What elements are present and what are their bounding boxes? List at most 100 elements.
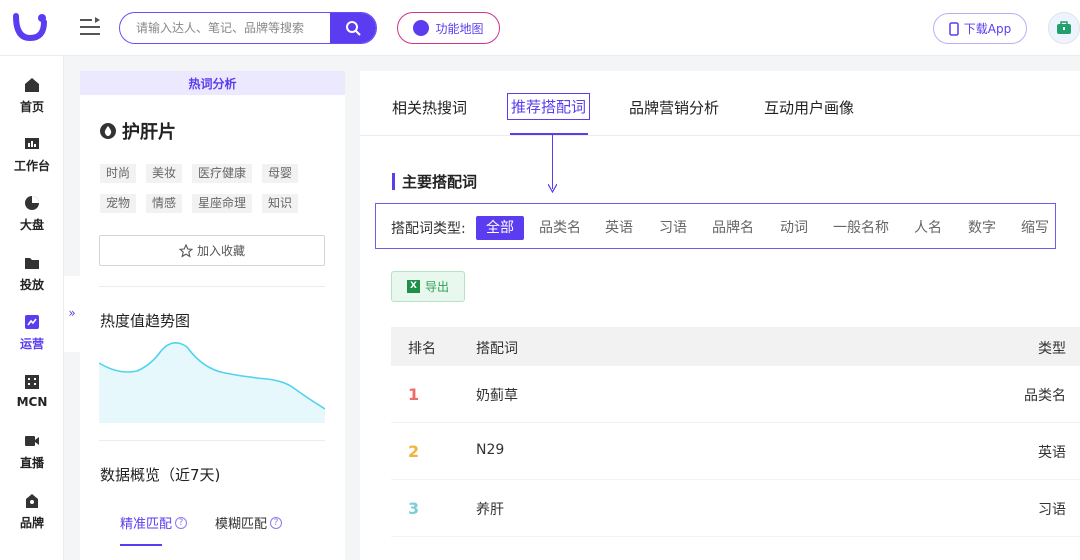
table-row[interactable]: 2 N29 英语 [391, 423, 1080, 480]
tab-label: 模糊匹配 [215, 517, 268, 532]
excel-icon: X [406, 280, 420, 293]
menu-toggle-icon[interactable] [78, 16, 102, 38]
filter-chip-verb[interactable]: 动词 [780, 216, 808, 240]
home-icon [23, 76, 41, 94]
rank-number: 1 [408, 385, 420, 404]
section-title: 主要搭配词 [392, 171, 477, 192]
pairing-type-filter: 搭配词类型: 全部 品类名 英语 习语 品牌名 动词 一般名称 人名 数字 缩写 [375, 203, 1056, 249]
top-bar: 功能地图 下载App [0, 0, 1080, 56]
sidebar-nav: 首页 工作台 大盘 投放 运营 MCN 直播 品牌 [0, 56, 64, 560]
sidebar-item-operations[interactable]: 运营 [0, 313, 64, 363]
sidebar-item-label: 投放 [19, 278, 44, 292]
filter-chip-english[interactable]: 英语 [605, 216, 633, 240]
feature-map-label: 功能地图 [435, 21, 484, 36]
brand-icon [23, 492, 41, 510]
heat-trend-sparkline [99, 342, 325, 423]
category-tag: 知识 [262, 194, 299, 213]
sidebar-item-label: MCN [16, 395, 48, 409]
category-tag: 时尚 [100, 164, 137, 183]
filter-chip-brand[interactable]: 品牌名 [712, 216, 754, 240]
active-tab-indicator [120, 544, 162, 546]
app-logo-icon[interactable] [12, 12, 48, 42]
sidebar-item-label: 工作台 [13, 159, 50, 173]
filter-chip-category[interactable]: 品类名 [539, 216, 581, 240]
filter-chip-idiom[interactable]: 习语 [659, 216, 687, 240]
sidebar-item-placement[interactable]: 投放 [0, 254, 64, 304]
sidebar-item-mcn[interactable]: MCN [0, 373, 64, 423]
search-input[interactable] [120, 13, 332, 43]
main-panel: 相关热搜词 推荐搭配词 品牌营销分析 互动用户画像 主要搭配词 搭配词类型: 全… [360, 71, 1080, 560]
sidebar-item-label: 大盘 [19, 218, 44, 232]
filter-chip-abbreviation[interactable]: 缩写 [1021, 216, 1049, 240]
table-row[interactable]: 1 奶蓟草 品类名 [391, 366, 1080, 423]
phone-icon [949, 21, 959, 36]
feature-map-button[interactable]: 功能地图 [397, 12, 500, 44]
filter-chip-common-noun[interactable]: 一般名称 [833, 216, 889, 240]
filter-chip-all[interactable]: 全部 [476, 216, 524, 240]
add-favorite-button[interactable]: 加入收藏 [99, 235, 325, 266]
filter-chip-person-name[interactable]: 人名 [914, 216, 942, 240]
category-tag: 星座命理 [192, 194, 253, 213]
pairing-type: 品类名 [1024, 388, 1066, 404]
video-icon [23, 432, 41, 450]
download-app-button[interactable]: 下载App [933, 13, 1027, 44]
table-row[interactable]: 3 养肝 习语 [391, 480, 1080, 537]
pairing-word: N29 [476, 442, 505, 458]
add-favorite-label: 加入收藏 [196, 244, 245, 258]
tab-divider [360, 135, 1080, 136]
sidebar-item-label: 运营 [19, 337, 44, 351]
toolbox-button[interactable] [1048, 12, 1080, 44]
sidebar-item-workbench[interactable]: 工作台 [0, 135, 64, 185]
keyword-title: 护肝片 [100, 118, 176, 144]
divider [99, 440, 325, 441]
keyword-text: 护肝片 [122, 122, 176, 143]
tab-recommended-pairings[interactable]: 推荐搭配词 [507, 93, 591, 120]
sidebar-item-label: 首页 [19, 100, 44, 114]
tab-related-searches[interactable]: 相关热搜词 [392, 97, 467, 118]
help-icon[interactable]: ? [270, 516, 283, 529]
rank-number: 3 [408, 499, 420, 518]
search-icon [346, 21, 361, 36]
trend-icon [23, 313, 41, 331]
column-header-rank: 排名 [408, 341, 436, 357]
overview-title: 数据概览（近7天) [100, 466, 221, 484]
category-tag: 医疗健康 [192, 164, 253, 183]
sidebar-item-brand[interactable]: 品牌 [0, 492, 64, 542]
annotation-arrow [552, 135, 553, 189]
pie-chart-icon [23, 194, 41, 212]
rank-number: 2 [408, 442, 420, 461]
download-app-label: 下载App [963, 22, 1012, 36]
sidebar-item-label: 品牌 [19, 516, 44, 530]
sidebar-collapse-toggle[interactable]: » [64, 276, 80, 352]
tab-fuzzy-match[interactable]: 模糊匹配 ? [215, 513, 283, 532]
sidebar-item-live[interactable]: 直播 [0, 432, 64, 482]
column-header-word: 搭配词 [476, 341, 518, 357]
divider [99, 286, 325, 287]
search-button[interactable] [330, 13, 376, 43]
sidebar-item-dashboard[interactable]: 大盘 [0, 194, 64, 244]
tab-brand-marketing[interactable]: 品牌营销分析 [629, 97, 719, 118]
tab-label: 精准匹配 [120, 517, 173, 532]
section-title-text: 主要搭配词 [402, 173, 478, 191]
help-icon[interactable]: ? [175, 516, 188, 529]
sidebar-item-home[interactable]: 首页 [0, 76, 64, 126]
tab-exact-match[interactable]: 精准匹配 ? [120, 513, 188, 532]
folder-icon [23, 254, 41, 272]
export-label: 导出 [424, 280, 449, 294]
category-tag: 宠物 [100, 194, 137, 213]
arrow-head-icon [548, 184, 557, 193]
tab-user-profile[interactable]: 互动用户画像 [764, 97, 854, 118]
pairing-word: 养肝 [476, 502, 504, 518]
star-icon [178, 243, 193, 258]
export-button[interactable]: X 导出 [391, 271, 465, 302]
pairing-type: 英语 [1038, 445, 1066, 461]
filter-chip-number[interactable]: 数字 [968, 216, 996, 240]
pairing-word: 奶蓟草 [476, 388, 518, 404]
column-header-type: 类型 [1038, 341, 1066, 357]
workbench-icon [23, 135, 41, 153]
category-tag: 情感 [146, 194, 183, 213]
compass-icon [413, 20, 430, 36]
search-box [119, 12, 377, 44]
sidebar-item-label: 直播 [19, 456, 44, 470]
pairing-type: 习语 [1038, 502, 1066, 518]
